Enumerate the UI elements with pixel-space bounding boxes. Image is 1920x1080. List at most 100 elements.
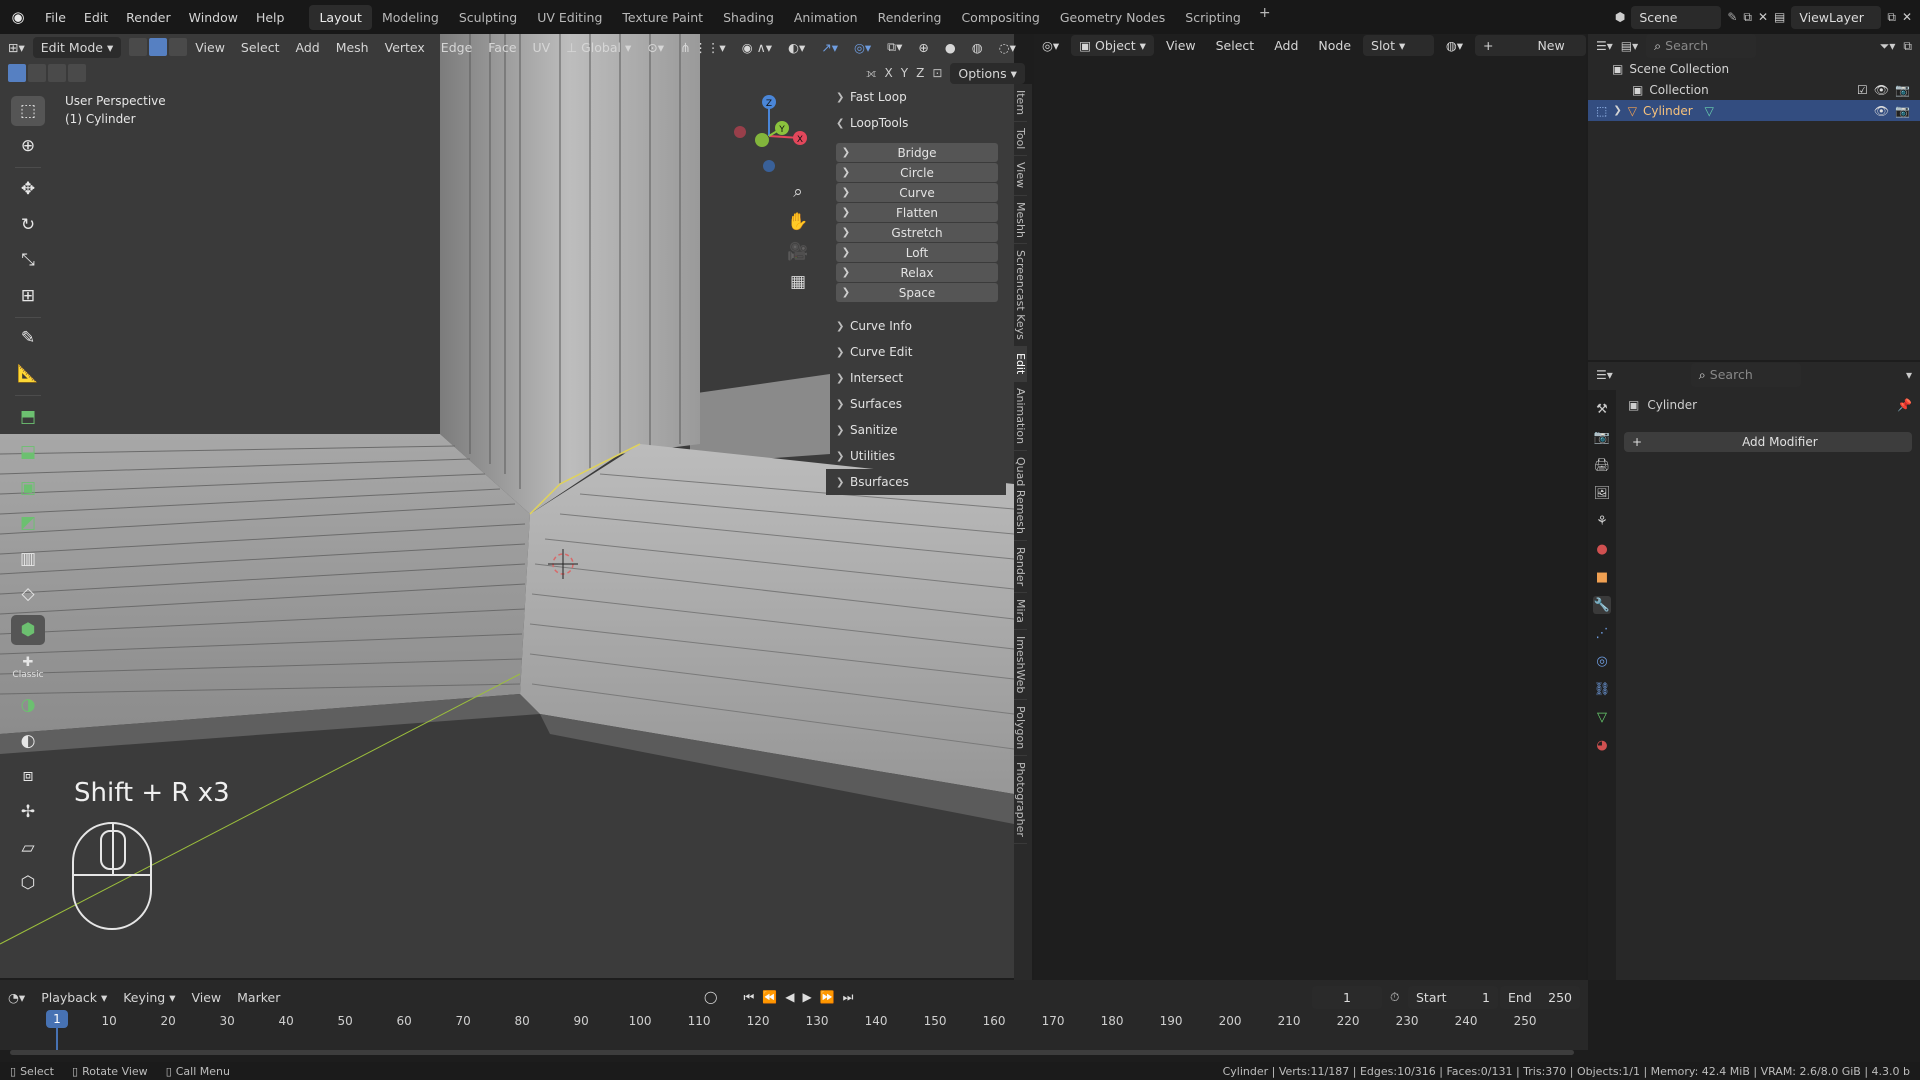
- looptools-flatten-button[interactable]: ❯ Flatten: [836, 203, 998, 222]
- loop-cut-tool-icon[interactable]: ▥: [11, 544, 45, 574]
- add-modifier-button[interactable]: + Add Modifier: [1624, 432, 1912, 452]
- pin-icon[interactable]: ✎: [1727, 10, 1737, 24]
- xray-icon[interactable]: ⧉▾: [879, 36, 910, 58]
- mode-selector[interactable]: Edit Mode ▾: [32, 36, 122, 58]
- close-view-layer-icon[interactable]: ✕: [1902, 10, 1912, 24]
- world-props-icon[interactable]: ●: [1593, 540, 1611, 558]
- menu-help[interactable]: Help: [247, 10, 294, 25]
- tab-imeshweb[interactable]: ImeshWeb: [1014, 630, 1027, 701]
- move-tool-icon[interactable]: ✥: [11, 174, 45, 204]
- modifier-props-icon[interactable]: 🔧: [1593, 596, 1611, 614]
- shrink-fatten-tool-icon[interactable]: ✢: [11, 797, 45, 827]
- navigation-gizmo[interactable]: Z X Y: [724, 86, 814, 176]
- filter-icon[interactable]: ⏷▾: [1880, 39, 1896, 54]
- snap-icon[interactable]: ⋔ ⋮⋮▾: [672, 37, 734, 58]
- axis-gizmo-icon[interactable]: Z X Y: [724, 86, 814, 176]
- mirror-y-toggle[interactable]: Y: [901, 66, 908, 80]
- prev-keyframe-icon[interactable]: ⏪: [762, 990, 777, 1004]
- object-props-icon[interactable]: ■: [1593, 568, 1611, 586]
- looptools-circle-button[interactable]: ❯ Circle: [836, 163, 998, 182]
- tab-quad-remesh[interactable]: Quad Remesh: [1014, 451, 1027, 541]
- rendered-shading-icon[interactable]: ◌▾: [991, 37, 1024, 58]
- looptools-gstretch-button[interactable]: ❯ Gstretch: [836, 223, 998, 242]
- spin-tool-icon[interactable]: ◑: [11, 690, 45, 720]
- end-frame-field[interactable]: End 250: [1500, 985, 1580, 1009]
- tab-rendering[interactable]: Rendering: [868, 5, 952, 30]
- camera-view-icon[interactable]: 🎥: [783, 238, 813, 266]
- editor-type-icon[interactable]: ⊞▾: [0, 37, 33, 58]
- shader-editor[interactable]: [1034, 34, 1586, 980]
- node-menu-node[interactable]: Node: [1310, 35, 1359, 56]
- pivot-icon[interactable]: ⊙▾: [639, 37, 672, 58]
- new-material-button[interactable]: + New: [1475, 34, 1586, 56]
- outliner-cylinder[interactable]: ⬚ ❯ ▽ Cylinder ▽ 👁 📷: [1588, 100, 1920, 121]
- shader-type-dropdown[interactable]: ▣ Object ▾: [1071, 34, 1154, 56]
- options-dropdown[interactable]: Options ▾: [950, 62, 1025, 84]
- extrude-tool-icon[interactable]: ⬓: [11, 437, 45, 467]
- mirror-axis-icon[interactable]: ⟗: [866, 66, 877, 81]
- scene-selector[interactable]: Scene: [1631, 5, 1722, 29]
- tab-tool[interactable]: Tool: [1014, 122, 1027, 157]
- proportional-edit-icon[interactable]: ◉ ∧▾: [734, 37, 780, 58]
- next-keyframe-icon[interactable]: ⏩: [820, 990, 835, 1004]
- shear-tool-icon[interactable]: ▱: [11, 833, 45, 863]
- material-shading-icon[interactable]: ◍: [964, 37, 991, 58]
- inset-tool-icon[interactable]: ▣: [11, 473, 45, 503]
- jump-start-icon[interactable]: ⏮: [743, 990, 754, 1005]
- looptools-bridge-button[interactable]: ❯ Bridge: [836, 143, 998, 162]
- knife-tool-icon[interactable]: ◇: [11, 580, 45, 610]
- menu-vertex[interactable]: Vertex: [377, 37, 433, 58]
- bevel-tool-icon[interactable]: ◩: [11, 508, 45, 538]
- add-workspace-icon[interactable]: +: [1251, 5, 1279, 30]
- slot-dropdown[interactable]: Slot ▾: [1363, 34, 1434, 56]
- timeline-scrollbar[interactable]: [10, 1050, 1574, 1055]
- panel-surfaces[interactable]: ❯ Surfaces: [826, 391, 1006, 417]
- menu-playback[interactable]: Playback ▾: [33, 987, 115, 1008]
- tab-animation[interactable]: Animation: [784, 5, 868, 30]
- looptools-loft-button[interactable]: ❯ Loft: [836, 243, 998, 262]
- outliner-collection[interactable]: ▣ Collection ☑ 👁 📷: [1588, 79, 1920, 100]
- playhead[interactable]: 1: [46, 1010, 68, 1028]
- tab-compositing[interactable]: Compositing: [951, 5, 1049, 30]
- particles-props-icon[interactable]: ⋰: [1593, 624, 1611, 642]
- menu-render[interactable]: Render: [117, 10, 180, 25]
- panel-sanitize[interactable]: ❯ Sanitize: [826, 417, 1006, 443]
- tab-screencast-keys[interactable]: Screencast Keys: [1014, 244, 1027, 348]
- editor-type-icon[interactable]: ◎▾: [1034, 35, 1067, 56]
- tab-mira[interactable]: Mira: [1014, 593, 1027, 630]
- play-icon[interactable]: ▶: [802, 990, 811, 1004]
- looptools-relax-button[interactable]: ❯ Relax: [836, 263, 998, 282]
- select-subtract-icon[interactable]: [48, 64, 66, 82]
- tab-view[interactable]: View: [1014, 156, 1027, 196]
- panel-bsurfaces[interactable]: ❯ Bsurfaces: [826, 469, 1006, 495]
- view-layer-props-icon[interactable]: 🖼: [1593, 484, 1611, 502]
- menu-face[interactable]: Face: [480, 37, 524, 58]
- scene-props-icon[interactable]: ⚘: [1593, 512, 1611, 530]
- editor-type-icon[interactable]: ◔▾: [0, 987, 33, 1008]
- menu-file[interactable]: File: [36, 10, 75, 25]
- looptools-space-button[interactable]: ❯ Space: [836, 283, 998, 302]
- tool-settings-icon[interactable]: ⚒: [1593, 400, 1611, 418]
- display-mode-icon[interactable]: ▤▾: [1621, 39, 1638, 53]
- vertex-select-icon[interactable]: [129, 38, 148, 56]
- menu-edit[interactable]: Edit: [75, 10, 117, 25]
- start-frame-field[interactable]: Start 1: [1408, 985, 1498, 1009]
- pan-hand-icon[interactable]: ✋: [783, 208, 813, 236]
- material-browse-icon[interactable]: ◍▾: [1438, 35, 1471, 56]
- tab-item[interactable]: Item: [1014, 84, 1027, 123]
- panel-curve-edit[interactable]: ❯ Curve Edit: [826, 339, 1006, 365]
- node-menu-select[interactable]: Select: [1208, 35, 1263, 56]
- tab-edit[interactable]: Edit: [1014, 347, 1027, 382]
- node-menu-view[interactable]: View: [1158, 35, 1204, 56]
- edge-select-icon[interactable]: [149, 38, 168, 56]
- menu-window[interactable]: Window: [180, 10, 247, 25]
- rotate-tool-icon[interactable]: ↻: [11, 210, 45, 240]
- transform-orientation-dropdown[interactable]: ⊥ Global ▾: [558, 37, 639, 58]
- checkbox-icon[interactable]: ☑: [1857, 83, 1868, 97]
- visibility-icon[interactable]: ◐▾: [780, 37, 813, 58]
- data-props-icon[interactable]: ▽: [1593, 708, 1611, 726]
- mirror-z-toggle[interactable]: Z: [916, 66, 924, 80]
- current-frame-field[interactable]: 1: [1312, 985, 1382, 1009]
- tab-layout[interactable]: Layout: [309, 4, 372, 30]
- wireframe-shading-icon[interactable]: ⊕: [910, 37, 936, 58]
